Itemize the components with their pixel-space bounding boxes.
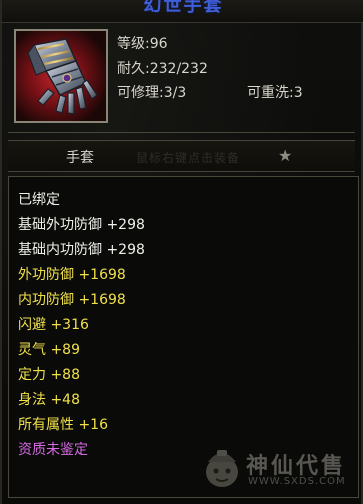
attribute-line: 资质未鉴定 [18,442,88,458]
item-durability: 耐久:232/232 [117,61,208,77]
item-level: 等级:96 [117,36,168,52]
star-icon[interactable]: ★ [278,146,292,165]
attribute-line: 基础内功防御 +298 [18,242,145,258]
attribute-line: 身法 +48 [18,392,80,408]
attribute-line: 定力 +88 [18,367,80,383]
item-rewashable: 可重洗:3 [247,85,303,101]
item-icon-slot[interactable] [14,29,108,123]
watermark-url: WWW.SXDS.COM [248,476,346,487]
armored-gauntlet-icon [16,31,106,121]
mascot-logo-icon [206,450,238,487]
item-hint-text: 鼠标右键点击装备 [136,151,241,165]
attribute-line: 所有属性 +16 [18,417,108,433]
watermark: 神仙代售 WWW.SXDS.COM [202,446,362,496]
title-strip: 幻世手套 [2,0,363,23]
attribute-line: 已绑定 [18,192,60,208]
attribute-line: 灵气 +89 [18,342,80,358]
divider [8,132,355,133]
item-tooltip: 幻世手套 等级:96 耐久:232/232 可修理:3/3 可重洗:3 手套 鼠… [0,0,363,504]
item-type-label: 手套 [66,150,94,166]
item-name-row: 手套 鼠标右键点击装备 ★ [8,140,355,172]
attribute-line: 内功防御 +1698 [18,292,126,308]
attribute-line: 闪避 +316 [18,317,89,333]
item-title: 幻世手套 [143,0,224,16]
attribute-line: 基础外功防御 +298 [18,217,145,233]
attribute-line: 外功防御 +1698 [18,267,126,283]
item-repairable: 可修理:3/3 [117,85,187,101]
